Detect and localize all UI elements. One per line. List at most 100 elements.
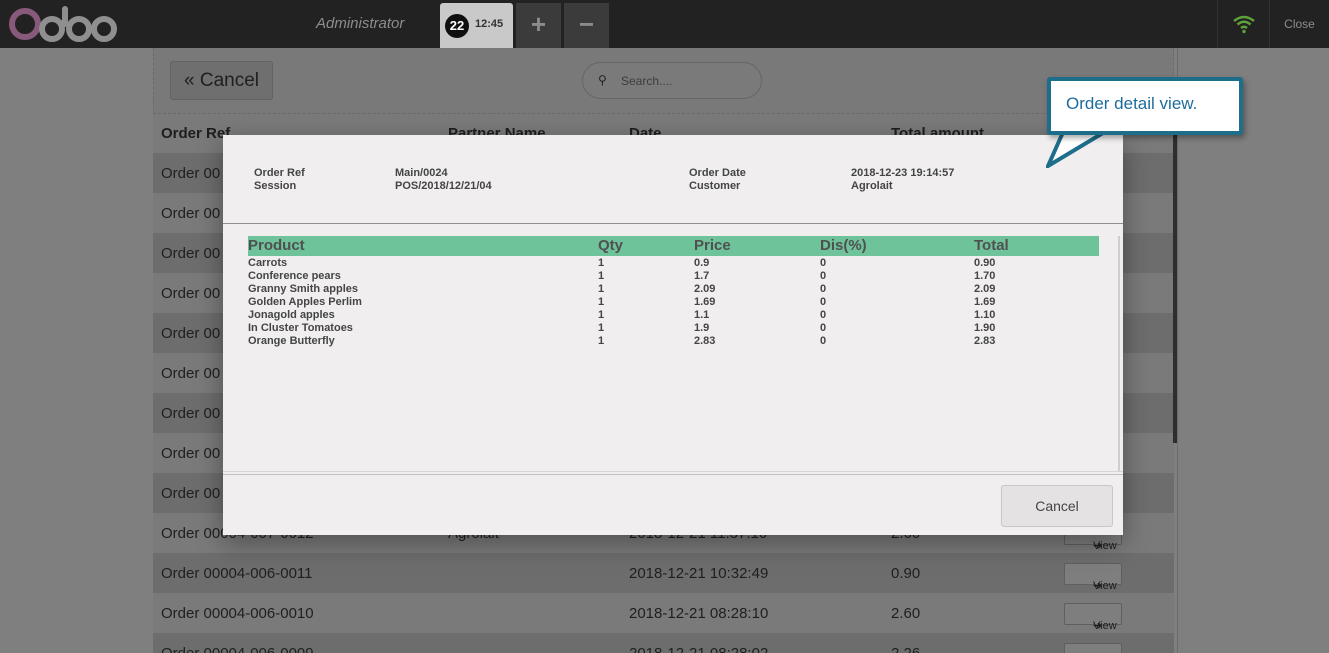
line-total: 1.90	[974, 322, 996, 334]
top-navbar: Administrator 22 12:45 + − Close	[0, 0, 1329, 48]
order-ref-cell: Order 00	[161, 485, 221, 502]
line-discount: 0	[820, 335, 827, 347]
network-status	[1217, 0, 1269, 48]
col-price: Price	[694, 237, 731, 254]
delete-order-button[interactable]: −	[564, 3, 609, 48]
order-lines-header: Product Qty Price Dis(%) Total	[248, 236, 1099, 256]
order-ref-value: Main/0024	[395, 167, 448, 179]
order-line: Conference pears 1 1.7 0 1.70	[248, 270, 1099, 283]
order-ref-cell: Order 00	[161, 285, 221, 302]
order-line: Golden Apples Perlim 1 1.69 0 1.69	[248, 296, 1099, 309]
order-time: 12:45	[475, 18, 504, 30]
odoo-logo	[9, 6, 117, 42]
header-order-ref: Order Ref	[161, 125, 231, 142]
order-ref-cell: Order 00004-006-0011	[161, 565, 313, 582]
session-value: POS/2018/12/21/04	[395, 180, 492, 192]
customer-label: Customer	[689, 180, 741, 192]
annotation-callout: Order detail view.	[1047, 77, 1243, 135]
order-line: Orange Butterfly 1 2.83 0 2.83	[248, 335, 1099, 348]
line-qty: 1	[598, 257, 605, 269]
table-row[interactable]: Order 00004-006-0011 2018-12-21 10:32:49 0…	[153, 553, 1174, 593]
divider	[223, 223, 1123, 224]
total-cell: 0.90	[891, 565, 921, 582]
col-product: Product	[248, 237, 305, 254]
view-button[interactable]: ➔ View	[1064, 563, 1122, 592]
order-line: In Cluster Tomatoes 1 1.9 0 1.90	[248, 322, 1099, 335]
order-detail-dialog: Order Ref Session Main/0024 POS/2018/12/…	[223, 135, 1123, 535]
col-qty: Qty	[598, 237, 624, 254]
double-chevron-left-icon: «	[183, 70, 195, 91]
line-price: 2.09	[694, 283, 716, 295]
new-order-button[interactable]: +	[516, 3, 561, 48]
order-ref-label: Order Ref	[254, 167, 305, 179]
line-product: Conference pears	[248, 270, 341, 282]
line-total: 1.70	[974, 270, 996, 282]
line-total: 2.09	[974, 283, 996, 295]
line-qty: 1	[598, 322, 605, 334]
view-button[interactable]: ➔ View	[1064, 643, 1122, 653]
line-discount: 0	[820, 283, 827, 295]
order-ref-cell: Order 00	[161, 325, 221, 342]
order-tab[interactable]: 22 12:45	[440, 3, 513, 48]
line-discount: 0	[820, 270, 827, 282]
date-cell: 2018-12-21 10:32:49	[629, 565, 769, 582]
line-total: 1.69	[974, 296, 996, 308]
line-total: 2.83	[974, 335, 996, 347]
col-discount: Dis(%)	[820, 237, 867, 254]
view-button[interactable]: ➔ View	[1064, 603, 1122, 632]
callout-text: Order detail view.	[1066, 94, 1198, 113]
order-number-badge: 22	[445, 14, 469, 38]
cancel-button[interactable]: Cancel	[1001, 485, 1113, 527]
total-cell: 2.60	[891, 605, 921, 622]
order-ref-cell: Order 00	[161, 205, 221, 222]
line-price: 1.69	[694, 296, 716, 308]
line-qty: 1	[598, 296, 605, 308]
line-product: Jonagold apples	[248, 309, 335, 321]
line-discount: 0	[820, 296, 827, 308]
back-cancel-button[interactable]: « Cancel	[170, 61, 273, 100]
order-line: Granny Smith apples 1 2.09 0 2.09	[248, 283, 1099, 296]
line-price: 0.9	[694, 257, 710, 269]
order-date-value: 2018-12-23 19:14:57	[851, 167, 955, 179]
line-price: 1.9	[694, 322, 710, 334]
dialog-scrollbar[interactable]	[1118, 236, 1120, 471]
order-ref-cell: Order 00	[161, 365, 221, 382]
username-label: Administrator	[316, 15, 405, 32]
date-cell: 2018-12-21 08:28:10	[629, 605, 769, 622]
search-icon: ⚲	[598, 73, 607, 87]
divider	[223, 471, 1123, 475]
line-total: 0.90	[974, 257, 996, 269]
order-line: Carrots 1 0.9 0 0.90	[248, 257, 1099, 270]
table-row[interactable]: Order 00004-006-0009 2018-12-21 08:28:02 2…	[153, 633, 1174, 653]
search-placeholder: Search....	[621, 74, 673, 88]
line-product: Granny Smith apples	[248, 283, 359, 295]
order-ref-cell: Order 00	[161, 165, 221, 182]
line-qty: 1	[598, 309, 605, 321]
date-cell: 2018-12-21 08:28:02	[629, 645, 768, 653]
close-button[interactable]: Close	[1269, 0, 1329, 48]
line-total: 1.10	[974, 309, 996, 321]
order-ref-cell: Order 00	[161, 245, 221, 262]
order-line: Jonagold apples 1 1.1 0 1.10	[248, 309, 1099, 322]
order-ref-cell: Order 00	[161, 445, 221, 462]
line-product: Orange Butterfly	[248, 335, 335, 347]
order-date-label: Order Date	[689, 167, 746, 179]
table-row[interactable]: Order 00004-006-0010 2018-12-21 08:28:10 2…	[153, 593, 1174, 633]
search-input[interactable]: ⚲ Search....	[582, 62, 762, 99]
order-ref-cell: Order 00	[161, 405, 221, 422]
line-discount: 0	[820, 322, 827, 334]
back-cancel-label: Cancel	[199, 70, 259, 91]
order-ref-cell: Order 00004-006-0009	[161, 645, 314, 653]
line-discount: 0	[820, 257, 827, 269]
line-product: Carrots	[248, 257, 288, 269]
line-qty: 1	[598, 335, 605, 347]
line-qty: 1	[598, 283, 605, 295]
line-product: Golden Apples Perlim	[248, 296, 362, 308]
line-qty: 1	[598, 270, 605, 282]
divider	[1177, 48, 1178, 653]
list-toolbar: « Cancel ⚲ Search....	[153, 48, 1174, 114]
session-label: Session	[254, 180, 297, 192]
line-price: 1.7	[694, 270, 710, 282]
line-product: In Cluster Tomatoes	[248, 322, 353, 334]
customer-value: Agrolait	[851, 180, 893, 192]
